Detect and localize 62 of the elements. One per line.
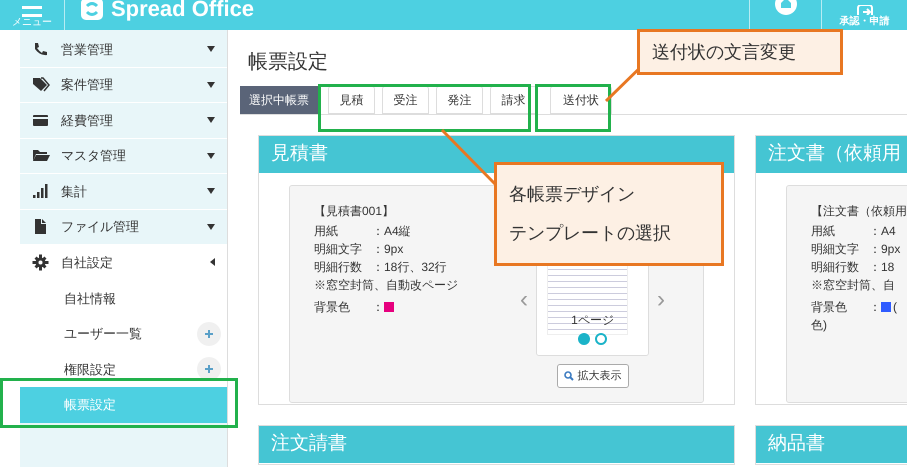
callout-text: テンプレートの選択 [509, 222, 671, 245]
colon: ： [869, 259, 881, 276]
page-caption: 1ページ [571, 312, 614, 329]
form-tab[interactable]: 見積 [328, 86, 375, 114]
add-button[interactable] [197, 322, 221, 346]
tag-icon [32, 76, 50, 94]
form-tab[interactable]: 発注 [436, 86, 483, 114]
spec-value: A4縦 [384, 223, 411, 240]
card-title: 注文請書 [259, 426, 734, 463]
colon: ： [869, 223, 881, 240]
colon: ： [372, 241, 384, 258]
sidebar-item[interactable]: 集計 [20, 174, 227, 210]
sidebar-item[interactable]: 自社設定 [20, 245, 227, 280]
callout-text: 各帳票デザイン [509, 183, 635, 206]
template-name: 【注文書（依頼用 [811, 203, 907, 220]
sidebar-subitem[interactable]: 自社情報 [20, 280, 227, 316]
card-title: 納品書 [756, 426, 907, 463]
phone-icon [32, 40, 50, 58]
search-icon [564, 371, 574, 381]
spec-label: 用紙 [811, 223, 836, 240]
sidebar-item[interactable]: 営業管理 [20, 32, 227, 68]
color-name: ( [893, 299, 897, 316]
bar-chart-icon [32, 182, 50, 200]
spec-label: 明細行数 [811, 259, 860, 276]
spec-value: 9px [881, 241, 900, 258]
zoom-button[interactable]: 拡大表示 [556, 364, 628, 388]
colon: ： [372, 259, 384, 276]
spec-value: 18 [881, 259, 894, 276]
note-text: ※窓空封筒、自 [811, 277, 895, 294]
form-tab[interactable]: 送付状 [550, 86, 612, 114]
spec-label: 背景色 [314, 299, 351, 316]
colon: ： [869, 241, 881, 258]
spec-label: 明細文字 [811, 241, 860, 258]
sidebar-item[interactable]: 経費管理 [20, 103, 227, 138]
sidebar-subitem[interactable]: ユーザー一覧 [20, 316, 227, 352]
logo-text: Spread Office [111, 0, 254, 20]
spec-label: 明細行数 [314, 259, 363, 276]
card-title: 注文書（依頼用 [756, 136, 907, 173]
callout-text: 送付状の文言変更 [652, 40, 796, 64]
spec-label: 背景色 [811, 299, 848, 316]
color-name: 色) [811, 317, 827, 334]
form-tab[interactable]: 受注 [382, 86, 429, 114]
home-icon[interactable] [774, 0, 796, 16]
selected-form-label: 選択中帳票 [240, 86, 318, 114]
plus-icon [204, 328, 214, 339]
sidebar-item[interactable]: マスタ管理 [20, 138, 227, 174]
sidebar-item[interactable]: 案件管理 [20, 68, 227, 103]
menu-label: メニュー [12, 18, 52, 28]
colon: ： [372, 223, 384, 240]
spec-value: A4 [881, 223, 896, 240]
note-text: ※窓空封筒、自動改ページ [314, 277, 458, 294]
spec-label: 明細文字 [314, 241, 363, 258]
spec-value: 9px [384, 241, 404, 258]
colon: ： [372, 299, 384, 316]
plus-icon [204, 364, 214, 374]
colon: ： [869, 299, 881, 316]
spec-value: 18行、32行 [384, 259, 447, 276]
menu-icon [22, 6, 42, 18]
spec-label: 用紙 [314, 223, 339, 240]
page-title: 帳票設定 [248, 52, 328, 72]
template-name: 【見積書001】 [314, 203, 394, 220]
gear-icon [32, 254, 50, 271]
